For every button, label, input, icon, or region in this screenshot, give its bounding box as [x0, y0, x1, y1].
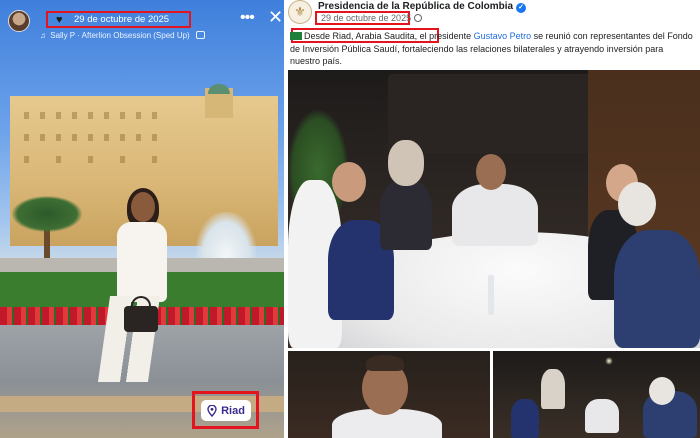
meeting-photo-wide[interactable] — [493, 351, 700, 438]
caption-mid: el presidente — [417, 31, 474, 41]
person-hijab — [388, 140, 424, 186]
hotel-window — [104, 112, 109, 119]
woman-head — [131, 192, 155, 222]
person-grey-hair — [649, 377, 675, 405]
woman-body — [117, 222, 167, 302]
hotel-window — [88, 156, 93, 163]
story-date: 29 de octubre de 2025 — [74, 14, 170, 25]
globe-icon — [414, 14, 423, 22]
music-label: Sally P · Afterlion Obsession (Sped Up) — [50, 31, 190, 40]
hotel-window — [56, 134, 61, 141]
avatar[interactable] — [8, 10, 30, 32]
music-note-icon: ♫ — [40, 31, 46, 40]
hotel-window — [136, 134, 141, 141]
close-icon[interactable]: ✕ — [268, 8, 284, 26]
person-hijab-body — [380, 180, 432, 250]
saudi-flag-icon — [290, 32, 302, 40]
hotel-window — [72, 134, 77, 141]
person-petro-body — [452, 184, 538, 246]
person-petro-body — [585, 399, 619, 433]
person-petro-head — [476, 154, 506, 190]
wall-panel — [388, 74, 608, 154]
person-hijab — [541, 369, 565, 409]
water-bottle — [488, 275, 494, 315]
person-navy-suit — [614, 230, 700, 348]
page-avatar[interactable]: ⚜ — [288, 0, 312, 24]
hotel-dome — [208, 84, 230, 94]
hotel-window — [24, 134, 29, 141]
date-highlight-box: 29 de octubre de 2025 — [315, 11, 423, 25]
caption-tag-link[interactable]: Gustavo Petro — [474, 31, 532, 41]
post-date[interactable]: 29 de octubre de 2025 — [321, 13, 423, 23]
story-panel: ♥ 29 de octubre de 2025 ♫ Sally P · Afte… — [0, 0, 284, 438]
post-caption: Desde Riad, Arabia Saudita, el president… — [290, 30, 694, 68]
music-row[interactable]: ♫ Sally P · Afterlion Obsession (Sped Up… — [40, 30, 205, 42]
person-blue-suit — [511, 399, 539, 438]
more-icon[interactable]: ••• — [240, 10, 255, 26]
heart-icon: ♥ — [56, 14, 63, 26]
meeting-photo-main[interactable] — [288, 70, 700, 348]
verified-badge-icon: ✓ — [516, 3, 527, 13]
hotel-window — [88, 134, 93, 141]
hotel-window — [104, 134, 109, 141]
post-date-text: 29 de octubre de 2025 — [321, 13, 412, 23]
date-highlight-box: ♥ 29 de octubre de 2025 — [46, 11, 191, 28]
location-pin-icon — [207, 404, 217, 417]
hotel-window — [72, 112, 77, 119]
post-panel: ⚜ Presidencia de la República de Colombi… — [284, 0, 700, 438]
location-sticker[interactable]: Riad — [201, 400, 251, 421]
hotel-window — [120, 112, 125, 119]
hotel-window — [120, 156, 125, 163]
ceiling-light — [605, 357, 613, 365]
hotel-window — [88, 112, 93, 119]
person-head — [332, 162, 366, 202]
hotel-window — [56, 156, 61, 163]
hotel-window — [152, 134, 157, 141]
hotel-window — [40, 112, 45, 119]
palm-tree-leaves — [12, 196, 82, 232]
location-label: Riad — [221, 404, 245, 417]
hotel-window — [152, 112, 157, 119]
coat-of-arms-icon: ⚜ — [294, 4, 306, 19]
music-chip-icon — [195, 31, 205, 39]
hotel-window — [120, 134, 125, 141]
person-grey-hair — [618, 182, 656, 226]
hotel-window — [152, 156, 157, 163]
person-hair — [366, 355, 404, 371]
hotel-window — [24, 156, 29, 163]
hotel-window — [136, 112, 141, 119]
handbag — [124, 306, 158, 332]
story-header: ♥ 29 de octubre de 2025 ♫ Sally P · Afte… — [6, 8, 284, 40]
location-highlight-box: Riad — [192, 391, 259, 429]
hotel-window — [56, 112, 61, 119]
meeting-photo-petro-closeup[interactable] — [288, 351, 490, 438]
caption-location: Desde Riad, Arabia Saudita, — [304, 31, 418, 41]
hotel-window — [24, 112, 29, 119]
hotel-window — [40, 134, 45, 141]
